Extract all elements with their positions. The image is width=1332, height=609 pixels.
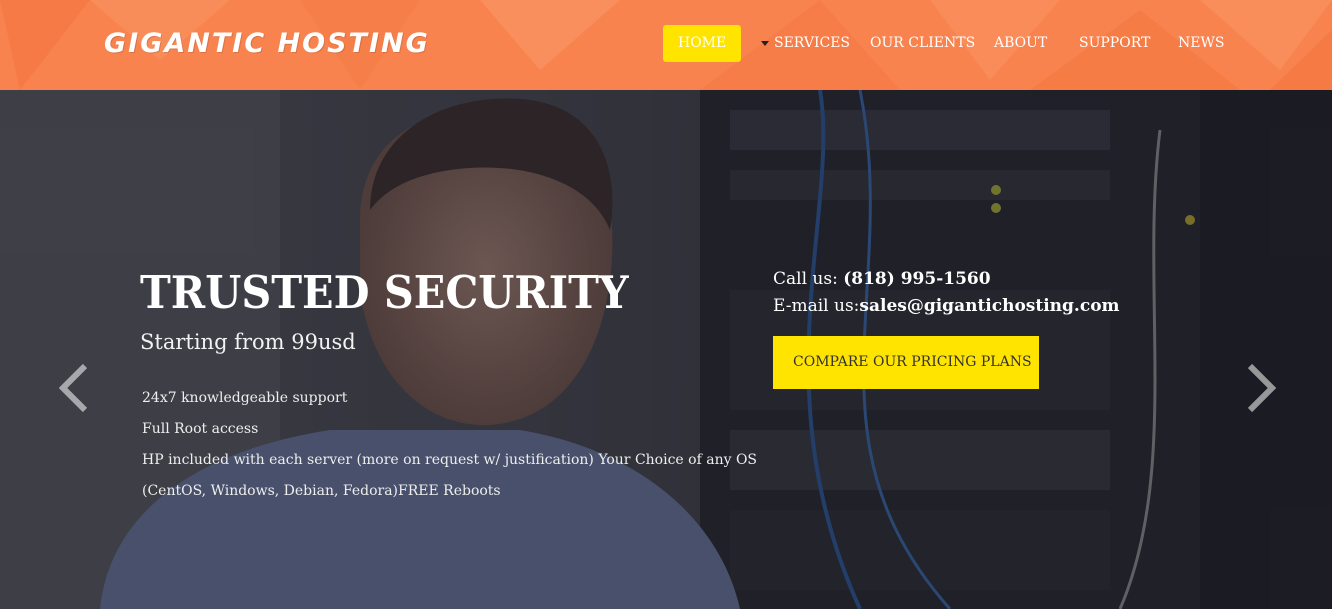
nav-services[interactable]: SERVICES (761, 25, 850, 62)
nav-home[interactable]: HOME (663, 25, 742, 62)
feature-item: HP included with each server (more on re… (142, 452, 758, 499)
email-line: E-mail us:sales@gigantichosting.com (773, 293, 1120, 320)
phone-number[interactable]: (818) 995-1560 (843, 269, 990, 289)
feature-item: Full Root access (142, 421, 259, 437)
nav-news[interactable]: NEWS (1178, 25, 1224, 62)
chevron-right-icon[interactable] (1240, 358, 1280, 418)
call-label: Call us: (773, 269, 844, 289)
nav-our-clients[interactable]: OUR CLIENTS (870, 25, 975, 62)
site-header: GIGANTIC HOSTING HOME SERVICES OUR CLIEN… (0, 0, 1332, 90)
hero-slider: TRUSTED SECURITY Starting from 99usd 24x… (0, 90, 1332, 609)
phone-line: Call us: (818) 995-1560 (773, 266, 1120, 293)
email-label: E-mail us: (773, 296, 860, 316)
nav-services-label: SERVICES (774, 35, 851, 51)
contact-info: Call us: (818) 995-1560 E-mail us:sales@… (773, 266, 1120, 320)
feature-list: 24x7 knowledgeable support Full Root acc… (142, 383, 762, 507)
hero-title: TRUSTED SECURITY (140, 266, 629, 319)
nav-support[interactable]: SUPPORT (1079, 25, 1150, 62)
feature-item: 24x7 knowledgeable support (142, 390, 348, 406)
chevron-left-icon[interactable] (55, 358, 95, 418)
caret-down-icon (761, 40, 769, 46)
compare-pricing-button[interactable]: COMPARE OUR PRICING PLANS (773, 336, 1039, 389)
site-logo[interactable]: GIGANTIC HOSTING (104, 28, 430, 59)
nav-about[interactable]: ABOUT (994, 25, 1047, 62)
email-address[interactable]: sales@gigantichosting.com (859, 296, 1119, 316)
hero-subtitle: Starting from 99usd (140, 330, 356, 354)
